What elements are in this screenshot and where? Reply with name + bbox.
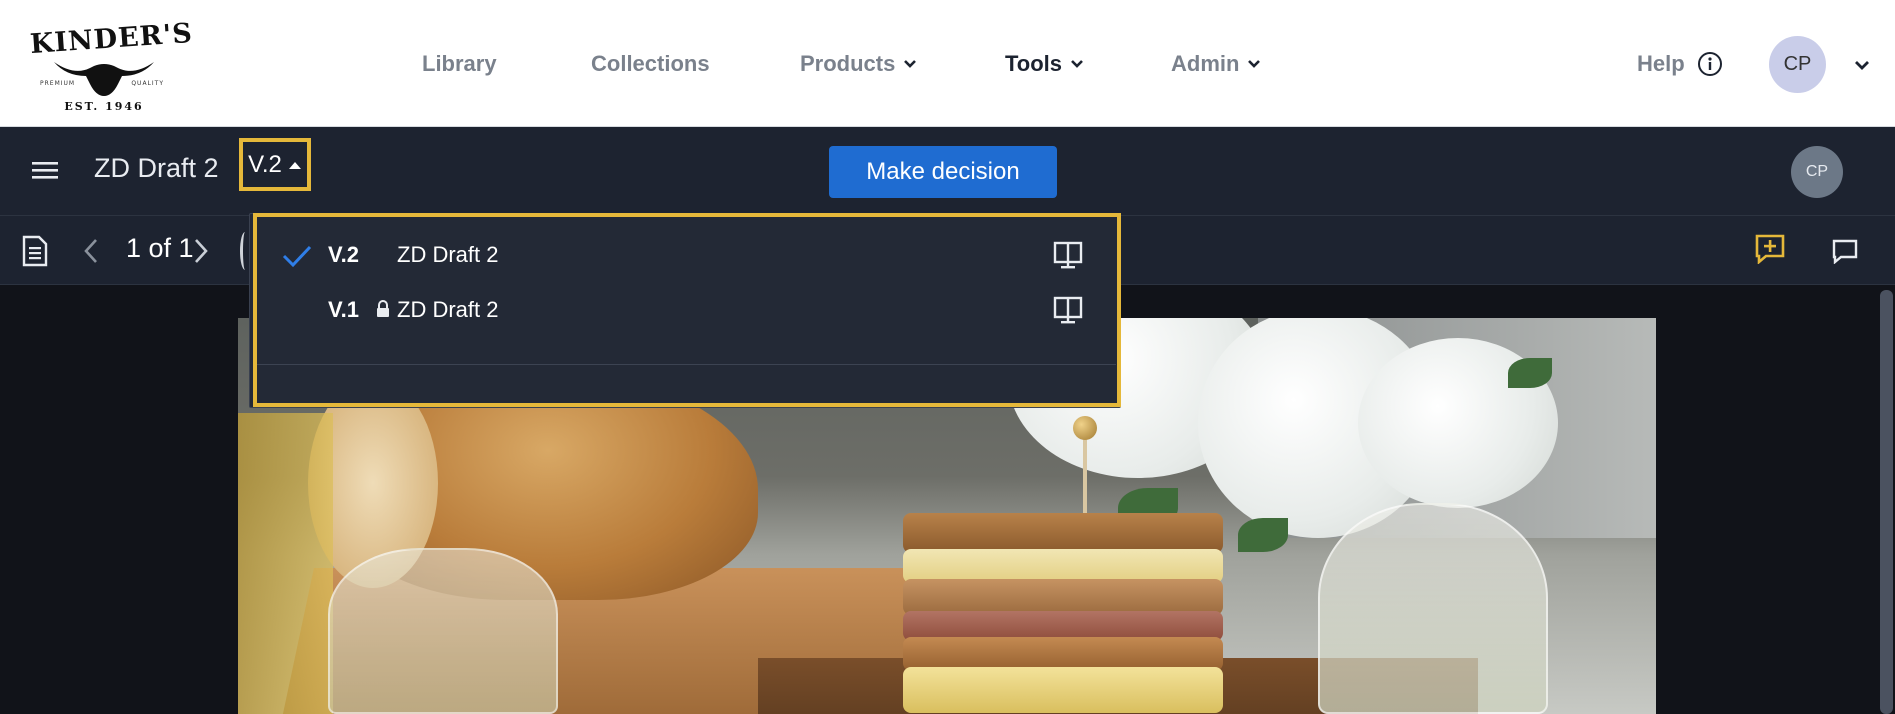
lock-icon [377, 300, 389, 317]
make-decision-button[interactable]: Make decision [829, 146, 1057, 198]
compare-icon[interactable] [1053, 240, 1083, 270]
version-name: ZD Draft 2 [397, 242, 499, 267]
user-avatar[interactable]: CP [1769, 36, 1826, 93]
chevron-down-icon [1071, 60, 1083, 68]
scrollbar-thumb[interactable] [1880, 290, 1893, 714]
sandwich-cheese [903, 667, 1223, 713]
chevron-down-icon[interactable] [1853, 56, 1871, 74]
comment-icon[interactable] [1832, 238, 1858, 264]
bull-icon [54, 62, 154, 96]
photo-toothpick-top [1073, 416, 1097, 440]
dropdown-divider [254, 364, 1116, 365]
nav-admin[interactable]: Admin [1171, 51, 1261, 77]
version-name: ZD Draft 2 [397, 297, 499, 322]
caret-up-icon [288, 161, 301, 169]
sandwich-bread [903, 513, 1223, 553]
photo-leaf [1508, 358, 1552, 388]
help-link[interactable]: Help [1637, 51, 1723, 77]
reviewer-avatar[interactable]: CP [1791, 146, 1843, 198]
compare-icon[interactable] [1053, 295, 1083, 325]
pages-icon[interactable] [20, 235, 50, 267]
nav-collections-label: Collections [591, 51, 710, 76]
version-selector[interactable]: V.2 [239, 138, 311, 191]
logo-established: EST. 1946 [64, 100, 144, 113]
version-label: V.2 [248, 150, 282, 178]
nav-admin-label: Admin [1171, 51, 1240, 76]
version-row-v2[interactable]: V.2 ZD Draft 2 [250, 228, 1118, 282]
hamburger-icon[interactable] [32, 160, 58, 180]
reviewer-initials: CP [1805, 163, 1829, 180]
document-title: ZD Draft 2 [94, 153, 219, 183]
photo-water-glass [328, 548, 558, 714]
nav-products[interactable]: Products [800, 51, 917, 77]
user-initials: CP [1783, 53, 1812, 75]
logo-sub-right: QUALITY [131, 80, 164, 87]
version-row-v1[interactable]: V.1 ZD Draft 2 [250, 283, 1118, 337]
sandwich-bread [903, 579, 1223, 615]
page-counter: 1 of 1 [126, 233, 194, 263]
photo-wine-glass [1318, 503, 1548, 714]
brand-logo[interactable]: KINDER'S PREMIUM QUALITY EST. 1946 [29, 18, 194, 116]
chevron-left-icon[interactable] [82, 238, 100, 264]
proof-toolbar: ZD Draft 2 V.2 Make decision CP [0, 127, 1895, 216]
chevron-down-icon [1248, 60, 1261, 68]
sandwich-cheese [903, 549, 1223, 583]
sandwich-bread [903, 637, 1223, 671]
nav-collections[interactable]: Collections [591, 51, 710, 77]
check-icon [282, 245, 312, 268]
photo-beer-glass [238, 413, 333, 714]
nav-products-label: Products [800, 51, 896, 76]
version-number: V.1 [328, 297, 360, 322]
version-number: V.2 [328, 242, 360, 267]
version-dropdown: V.2 ZD Draft 2 V.1 ZD Draft 2 [249, 213, 1121, 408]
nav-library-label: Library [422, 51, 497, 76]
chevron-down-icon [904, 60, 917, 68]
photo-leaf [1238, 518, 1288, 552]
nav-tools[interactable]: Tools [1005, 51, 1084, 77]
photo-sandwich [903, 513, 1223, 713]
info-icon [1697, 52, 1722, 76]
nav-tools-label: Tools [1005, 51, 1063, 76]
chevron-right-icon[interactable] [192, 238, 210, 264]
nav-library[interactable]: Library [422, 51, 497, 77]
logo-sub-left: PREMIUM [40, 80, 76, 87]
help-label: Help [1637, 51, 1685, 76]
top-navigation: KINDER'S PREMIUM QUALITY EST. 1946 Libra… [0, 0, 1895, 127]
add-comment-icon[interactable] [1755, 234, 1785, 264]
